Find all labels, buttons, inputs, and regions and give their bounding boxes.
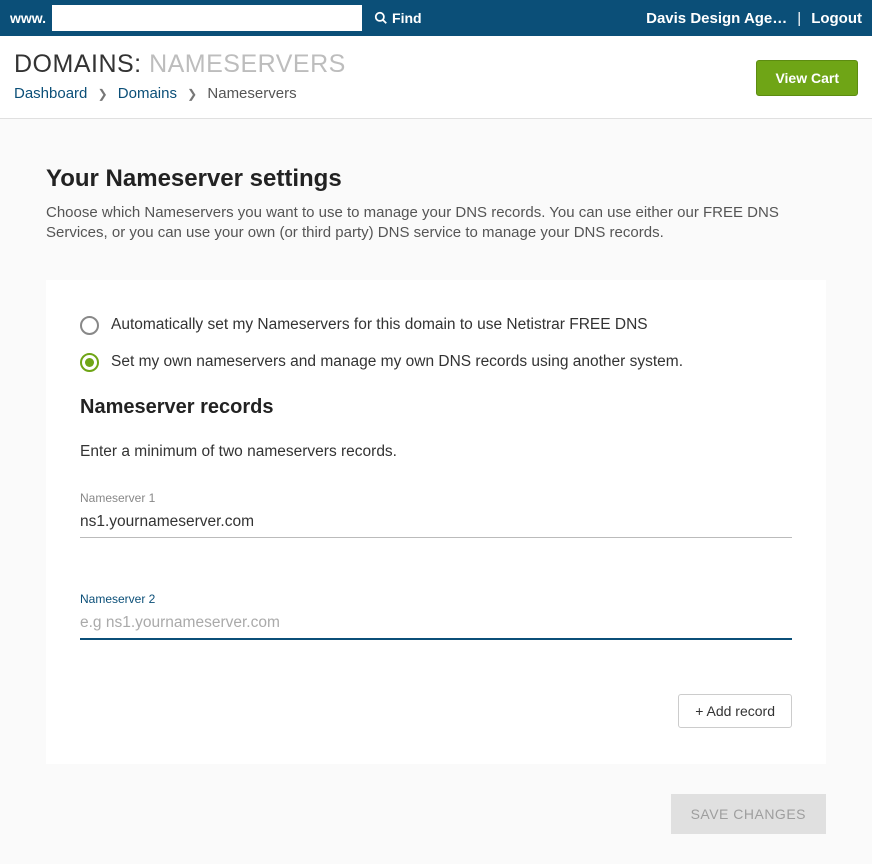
- page-title-main: DOMAINS:: [14, 50, 142, 78]
- field-nameserver-1: Nameserver 1: [80, 491, 792, 538]
- input-nameserver-2[interactable]: [80, 610, 792, 640]
- page-header: DOMAINS: NAMESERVERS Dashboard ❯ Domains…: [0, 36, 872, 119]
- settings-card: Automatically set my Nameservers for thi…: [46, 280, 826, 764]
- search-prefix: www.: [10, 10, 46, 26]
- page-title-sub: NAMESERVERS: [149, 50, 346, 78]
- logout-link[interactable]: Logout: [811, 10, 862, 27]
- breadcrumb-current: Nameservers: [207, 85, 296, 102]
- chevron-right-icon: ❯: [187, 87, 197, 101]
- topbar: www. Find Davis Design Age… | Logout: [0, 0, 872, 36]
- page-title: DOMAINS: NAMESERVERS: [14, 50, 858, 79]
- account-name[interactable]: Davis Design Age…: [646, 10, 787, 27]
- radio-icon: [80, 353, 99, 372]
- find-label: Find: [392, 10, 422, 26]
- topbar-separator: |: [797, 10, 801, 27]
- breadcrumb-domains[interactable]: Domains: [118, 85, 177, 102]
- search-input[interactable]: [52, 5, 362, 31]
- field-nameserver-2: Nameserver 2: [80, 592, 792, 640]
- input-nameserver-1[interactable]: [80, 509, 792, 538]
- records-hint: Enter a minimum of two nameservers recor…: [80, 443, 792, 461]
- main-content: Your Nameserver settings Choose which Na…: [0, 119, 872, 864]
- find-button[interactable]: Find: [364, 5, 432, 31]
- breadcrumb-dashboard[interactable]: Dashboard: [14, 85, 87, 102]
- section-title: Your Nameserver settings: [46, 165, 826, 193]
- add-record-button[interactable]: + Add record: [678, 694, 792, 728]
- records-title: Nameserver records: [80, 396, 792, 419]
- search-icon: [374, 11, 388, 25]
- radio-label-own: Set my own nameservers and manage my own…: [111, 353, 683, 371]
- field-label-ns2: Nameserver 2: [80, 592, 792, 606]
- breadcrumb: Dashboard ❯ Domains ❯ Nameservers: [14, 85, 858, 102]
- field-label-ns1: Nameserver 1: [80, 491, 792, 505]
- section-description: Choose which Nameservers you want to use…: [46, 203, 826, 244]
- save-changes-button[interactable]: SAVE CHANGES: [671, 794, 826, 834]
- radio-option-own[interactable]: Set my own nameservers and manage my own…: [80, 353, 792, 372]
- chevron-right-icon: ❯: [98, 87, 108, 101]
- radio-icon: [80, 316, 99, 335]
- radio-option-auto[interactable]: Automatically set my Nameservers for thi…: [80, 316, 792, 335]
- view-cart-button[interactable]: View Cart: [756, 60, 858, 96]
- radio-label-auto: Automatically set my Nameservers for thi…: [111, 316, 648, 334]
